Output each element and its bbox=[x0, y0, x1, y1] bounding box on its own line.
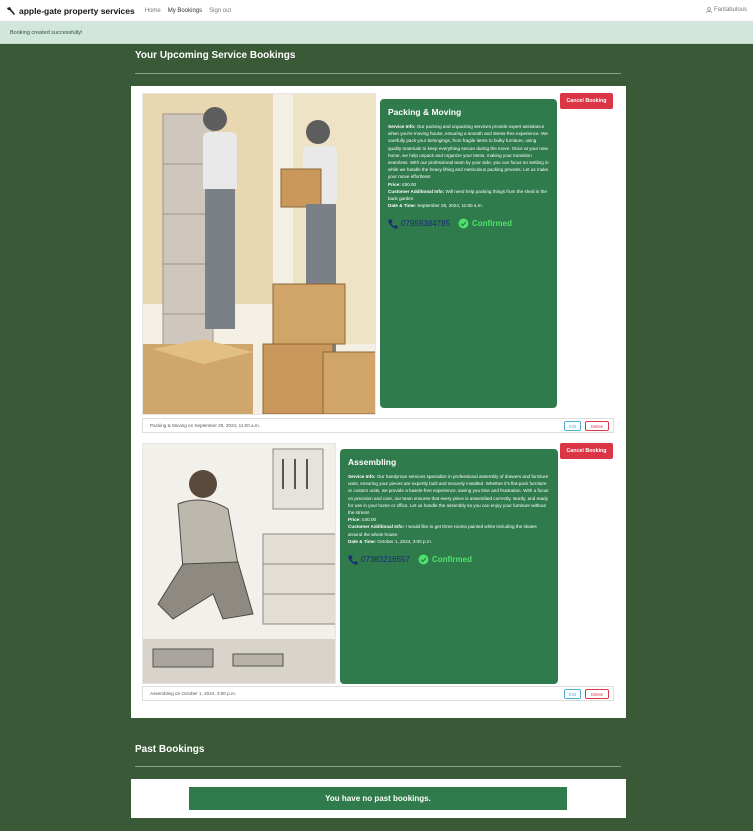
cancel-booking-button[interactable]: Cancel Booking bbox=[560, 93, 613, 109]
alert-message: Booking created successfully! bbox=[10, 30, 83, 36]
success-alert: Booking created successfully! bbox=[0, 22, 753, 44]
check-circle-icon bbox=[418, 554, 429, 565]
brand-logo[interactable]: apple-gate property services bbox=[6, 6, 135, 16]
status-badge: Confirmed bbox=[471, 219, 512, 229]
edit-button[interactable]: Edit bbox=[564, 689, 581, 699]
upcoming-bookings-panel: Packing & Moving Service Info: Our packi… bbox=[131, 86, 626, 718]
booking-footer: Assembling on October 1, 2024, 3:00 p.m.… bbox=[142, 686, 614, 701]
service-info-text: Our packing and unpacking services provi… bbox=[388, 124, 549, 180]
assembling-illustration bbox=[143, 444, 335, 683]
hammer-icon bbox=[7, 6, 15, 15]
nav-my-bookings[interactable]: My Bookings bbox=[168, 8, 202, 14]
contact-row: 07383216557 Confirmed bbox=[348, 554, 550, 565]
price-label: Price: bbox=[388, 181, 401, 187]
booking-footer: Packing & Moving on September 25, 2024, … bbox=[142, 418, 614, 433]
datetime-value: September 25, 2024, 11:00 a.m. bbox=[417, 203, 483, 209]
booking-summary: Packing & Moving on September 25, 2024, … bbox=[150, 423, 260, 428]
service-image-assembling bbox=[142, 443, 336, 684]
phone-icon bbox=[348, 555, 358, 565]
user-menu[interactable]: Fantabulous bbox=[706, 7, 747, 13]
past-title: Past Bookings bbox=[135, 744, 205, 755]
packing-illustration bbox=[143, 94, 375, 414]
edit-button[interactable]: Edit bbox=[564, 421, 581, 431]
service-name: Packing & Moving bbox=[388, 107, 462, 117]
price-label: Price: bbox=[348, 517, 361, 523]
price-value: £50.00 bbox=[402, 181, 417, 187]
status-badge: Confirmed bbox=[431, 555, 472, 565]
additional-info-label: Customer Additional Info: bbox=[348, 524, 405, 530]
phone-number[interactable]: 07959384785 bbox=[401, 219, 450, 228]
contact-row: 07959384785 Confirmed bbox=[388, 218, 549, 229]
service-name: Assembling bbox=[348, 457, 397, 467]
divider bbox=[135, 73, 621, 74]
past-bookings-panel: You have no past bookings. bbox=[131, 779, 626, 818]
phone-number[interactable]: 07383216557 bbox=[361, 555, 410, 564]
delete-button[interactable]: Delete bbox=[585, 421, 609, 431]
nav-sign-out[interactable]: Sign out bbox=[209, 8, 231, 14]
brand-name[interactable]: apple-gate property services bbox=[19, 6, 135, 16]
service-info-label: Service Info: bbox=[348, 474, 376, 479]
divider bbox=[135, 766, 621, 767]
user-name[interactable]: Fantabulous bbox=[714, 7, 747, 13]
price-value: £40.00 bbox=[362, 517, 377, 523]
upcoming-title: Your Upcoming Service Bookings bbox=[135, 50, 296, 61]
user-icon bbox=[706, 7, 712, 13]
delete-button[interactable]: Delete bbox=[585, 689, 609, 699]
booking-details: Packing & Moving Service Info: Our packi… bbox=[380, 99, 557, 408]
datetime-value: October 1, 2024, 3:00 p.m. bbox=[377, 538, 432, 544]
no-past-bookings-message: You have no past bookings. bbox=[189, 787, 567, 810]
service-image-packing bbox=[142, 93, 376, 415]
check-circle-icon bbox=[458, 218, 469, 229]
booking-card: Assembling Service Info: Our handyman se… bbox=[142, 443, 615, 713]
service-info: Service Info: Our packing and unpacking … bbox=[388, 123, 549, 209]
nav-home[interactable]: Home bbox=[145, 8, 161, 14]
datetime-label: Date & Time: bbox=[348, 538, 376, 544]
navbar: apple-gate property services Home My Boo… bbox=[0, 0, 753, 22]
nav-links: Home My Bookings Sign out bbox=[145, 8, 238, 14]
service-info-text: Our handyman services specialize in prof… bbox=[348, 474, 549, 516]
phone-icon bbox=[388, 219, 398, 229]
booking-details: Assembling Service Info: Our handyman se… bbox=[340, 449, 558, 684]
booking-summary: Assembling on October 1, 2024, 3:00 p.m. bbox=[150, 691, 237, 696]
service-info: Service Info: Our handyman services spec… bbox=[348, 473, 550, 545]
cancel-booking-button[interactable]: Cancel Booking bbox=[560, 443, 613, 459]
booking-card: Packing & Moving Service Info: Our packi… bbox=[142, 93, 615, 433]
additional-info-label: Customer Additional Info: bbox=[388, 188, 445, 194]
datetime-label: Date & Time: bbox=[388, 203, 416, 209]
service-info-label: Service Info: bbox=[388, 124, 416, 129]
